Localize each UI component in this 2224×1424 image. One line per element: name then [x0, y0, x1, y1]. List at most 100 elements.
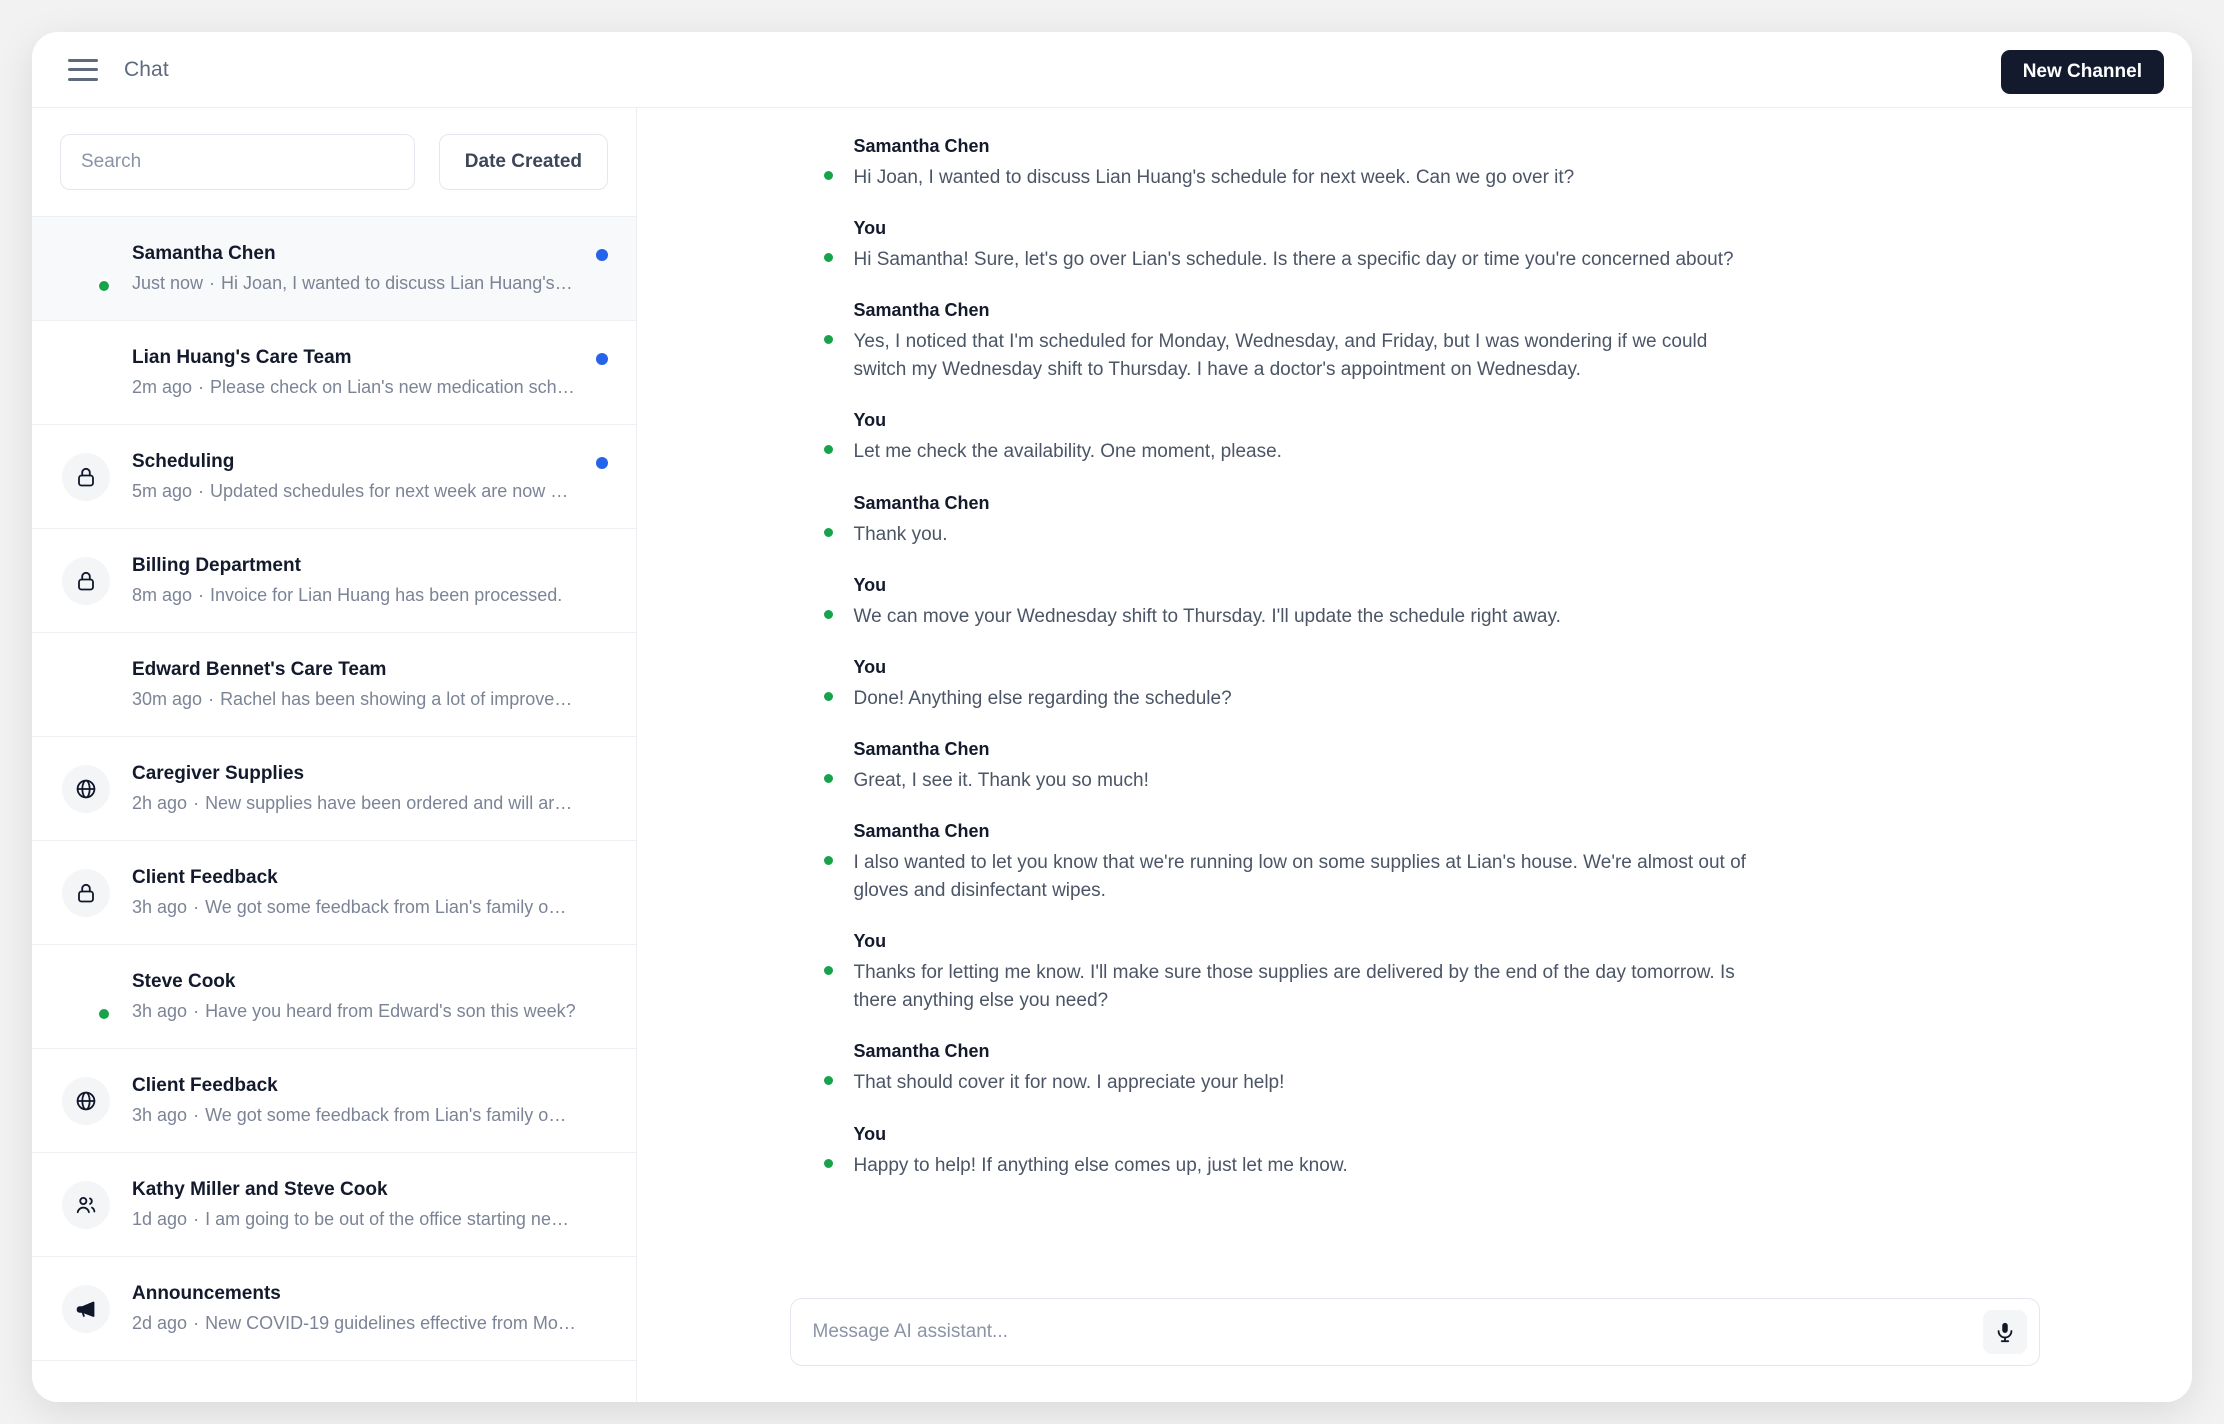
page-title: Chat — [124, 57, 169, 81]
message-avatar — [790, 823, 835, 867]
message-text: Done! Anything else regarding the schedu… — [853, 687, 1232, 709]
conversation-list-item[interactable]: Billing Department 8m ago · Invoice for Lia… — [32, 529, 636, 633]
conversation-avatar — [62, 556, 110, 605]
message-text: Yes, I noticed that I'm scheduled for Mo… — [853, 331, 1708, 381]
online-status-dot — [821, 525, 835, 539]
conversation-text: Edward Bennet's Care Team 30m ago · Rachel … — [132, 659, 606, 710]
conversation-text: Scheduling 5m ago · Updated schedules for n… — [132, 451, 606, 502]
conversation-title: Caregiver Supplies — [132, 763, 305, 784]
message-author: Samantha Chen — [853, 492, 990, 513]
conversation-avatar — [62, 452, 110, 501]
chat-message: Samantha Chen Yes, I noticed that I'm sch… — [790, 300, 2040, 384]
online-status-dot — [821, 443, 835, 457]
conversation-list-item[interactable]: Lian Huang's Care Team 2m ago · Please chec… — [32, 321, 636, 425]
conversation-time: 5m ago — [132, 481, 193, 501]
conversation-list-item[interactable]: Scheduling 5m ago · Updated schedules for n… — [32, 425, 636, 529]
message-composer[interactable] — [789, 1298, 2040, 1366]
preview-separator: · — [208, 689, 215, 709]
users-icon — [76, 1196, 96, 1213]
conversation-list-item[interactable]: Caregiver Supplies 2h ago · New supplies ha… — [32, 737, 636, 841]
message-body: You Happy to help! If anything else comes… — [854, 1124, 2040, 1180]
conversation-time: 2d ago — [132, 1313, 188, 1333]
online-status-dot — [821, 689, 835, 703]
conversation-list[interactable]: Samantha Chen Just now · Hi Joan, I wanted … — [32, 217, 636, 1402]
lock-icon-container — [62, 556, 110, 605]
online-status-dot — [821, 251, 835, 265]
conversation-time: 3h ago — [132, 1105, 188, 1125]
message-input[interactable] — [812, 1321, 1969, 1343]
message-author: Samantha Chen — [853, 300, 990, 321]
hamburger-menu-icon[interactable] — [68, 58, 98, 81]
microphone-button[interactable] — [1982, 1310, 2027, 1354]
lock-icon-container — [62, 452, 110, 501]
conversation-avatar — [62, 1284, 110, 1333]
conversation-text: Client Feedback 3h ago · We got some feedba… — [132, 867, 606, 918]
conversation-list-item[interactable]: Client Feedback 3h ago · We got some feedba… — [32, 841, 636, 945]
unread-indicator — [596, 457, 608, 469]
preview-separator: · — [198, 481, 205, 501]
sidebar-toolbar: Date Created — [32, 108, 636, 217]
message-avatar — [790, 302, 835, 347]
online-status-dot — [821, 1074, 835, 1088]
message-text: Thank you. — [853, 523, 948, 545]
chat-message: Samantha Chen Hi Joan, I wanted to discus… — [790, 136, 2040, 192]
chat-message: You Let me check the availability. One mo… — [790, 410, 2040, 466]
conversation-preview: 30m ago · Rachel has been showing a lot of… — [132, 689, 576, 710]
sort-date-created-button[interactable]: Date Created — [438, 134, 608, 190]
conversation-snippet: Updated schedules for next week are now … — [210, 481, 576, 501]
message-avatar — [790, 1043, 835, 1088]
conversation-avatar — [62, 1180, 110, 1229]
conversation-time: 8m ago — [132, 585, 193, 605]
conversation-list-item[interactable]: Client Feedback 3h ago · We got some feedba… — [32, 1049, 636, 1153]
chat-message: You Thanks for letting me know. I'll make… — [790, 931, 2040, 1015]
new-channel-button[interactable]: New Channel — [2000, 50, 2164, 94]
message-text: Hi Joan, I wanted to discuss Lian Huang'… — [853, 167, 1575, 188]
preview-separator: · — [193, 1313, 200, 1333]
chat-message: Samantha Chen Thank you. — [790, 493, 2040, 549]
conversation-list-item[interactable]: Edward Bennet's Care Team 30m ago · Rachel … — [32, 633, 636, 737]
conversation-list-item[interactable]: Kathy Miller and Steve Cook 1d ago · I am g… — [32, 1153, 636, 1257]
conversation-list-item[interactable]: Announcements 2d ago · New COVID-19 guideli… — [32, 1257, 636, 1361]
conversation-snippet: We got some feedback from Lian's family … — [205, 1105, 576, 1125]
online-status-dot — [97, 1006, 111, 1021]
lock-icon — [78, 883, 94, 902]
body-split: Date Created Samantha Chen Just now·Hi Jo… — [32, 108, 2192, 1402]
top-bar: Chat New Channel — [32, 32, 2192, 108]
conversation-text: Caregiver Supplies 2h ago · New supplies ha… — [132, 763, 606, 814]
conversation-preview: 3h ago · Have you heard from Edward's son … — [132, 1001, 576, 1022]
conversation-snippet: New supplies have been ordered and will … — [205, 793, 576, 813]
users-icon-container — [62, 1180, 110, 1229]
online-status-dot — [821, 333, 835, 347]
message-body: You Let me check the availability. One mo… — [854, 410, 2040, 466]
message-author: Samantha Chen — [853, 738, 990, 759]
message-body: Samantha Chen Hi Joan, I wanted to discus… — [854, 136, 2040, 192]
preview-separator: · — [193, 1209, 200, 1229]
conversation-snippet: Hi Joan, I wanted to discuss Lian Huang'… — [221, 273, 576, 293]
chat-message: Samantha Chen That should cover it for no… — [790, 1041, 2040, 1097]
conversation-list-item[interactable]: Steve Cook 3h ago · Have you heard from Edw… — [32, 945, 636, 1049]
megaphone-icon — [76, 1301, 95, 1317]
conversation-preview: Just now · Hi Joan, I wanted to discuss Li… — [132, 273, 576, 294]
conversation-title: Kathy Miller and Steve Cook — [132, 1179, 388, 1200]
conversation-avatar — [62, 868, 110, 917]
composer-area — [789, 1288, 2040, 1402]
conversation-title: Edward Bennet's Care Team — [132, 659, 387, 680]
message-author: You — [853, 656, 887, 677]
message-avatar — [790, 220, 835, 265]
conversation-time: 30m ago — [132, 689, 203, 709]
lock-icon — [78, 571, 94, 590]
search-input[interactable] — [60, 134, 415, 190]
online-status-dot — [821, 964, 835, 978]
online-status-dot — [821, 1156, 835, 1170]
conversation-preview: 5m ago · Updated schedules for next week a… — [132, 481, 576, 502]
chat-message: Samantha Chen Great, I see it. Thank you … — [790, 739, 2040, 795]
conversation-title: Lian Huang's Care Team — [132, 347, 352, 368]
conversation-title: Samantha Chen — [132, 243, 276, 264]
conversation-title: Client Feedback — [132, 1075, 278, 1096]
conversation-list-item[interactable]: Samantha Chen Just now · Hi Joan, I wanted … — [32, 217, 636, 321]
message-author: You — [853, 574, 887, 595]
conversation-text: Lian Huang's Care Team 2m ago · Please chec… — [132, 347, 606, 398]
message-avatar — [790, 412, 835, 457]
app-window: Chat New Channel Date Created Samantha C… — [32, 32, 2192, 1402]
message-author: You — [853, 410, 887, 431]
